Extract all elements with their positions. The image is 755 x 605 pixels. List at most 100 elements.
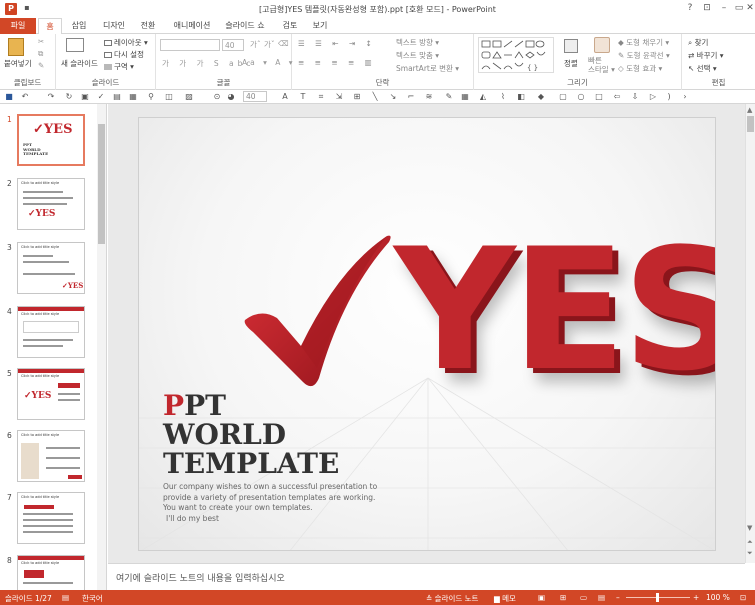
spelling-icon[interactable]: ✓ — [96, 92, 106, 102]
arrow-left-icon[interactable]: ⇦ — [612, 92, 622, 102]
tab-view[interactable]: 보기 — [310, 18, 330, 34]
replace-button[interactable]: ⇄ 바꾸기 ▾ — [688, 50, 724, 61]
resize-icon[interactable]: ⇲ — [334, 92, 344, 102]
notes-pane[interactable]: 여기에 슬라이드 노트의 내용을 입력하십시오 — [108, 563, 745, 590]
freeform-icon[interactable]: ≋ — [424, 92, 434, 102]
tab-home[interactable]: 홈 — [38, 18, 62, 35]
shape-fill-button[interactable]: ◆ 도형 채우기 ▾ — [618, 37, 669, 48]
reading-view-icon[interactable]: ▭ — [580, 593, 587, 602]
find-button[interactable]: ⌕ 찾기 — [688, 37, 708, 48]
language-indicator[interactable]: 한국어 — [82, 593, 103, 604]
redo-icon[interactable]: ↷ — [46, 92, 56, 102]
fit-slide-icon[interactable]: ⊡ — [740, 593, 746, 602]
picture-icon[interactable]: ▨ — [184, 92, 194, 102]
crop-icon[interactable]: ⌗ — [316, 92, 326, 102]
arrow-down-icon[interactable]: ⇩ — [630, 92, 640, 102]
help-icon[interactable]: ? — [683, 2, 697, 15]
oval-icon[interactable]: ○ — [576, 92, 586, 102]
pen-qat-icon[interactable]: ✎ — [444, 92, 454, 102]
layout-button[interactable]: 레이아웃 ▾ — [104, 37, 148, 48]
comments-toggle[interactable]: ▆ 메모 — [494, 593, 516, 604]
align-qat-icon[interactable]: ⊞ — [352, 92, 362, 102]
qat-font-size-box[interactable]: 40 — [243, 91, 267, 102]
select-button[interactable]: ↖ 선택 ▾ — [688, 63, 717, 74]
prev-slide-icon[interactable]: ⏶ — [747, 538, 753, 547]
zoom-icon[interactable]: ⊙ — [212, 92, 222, 102]
zoom-slider-thumb[interactable] — [656, 593, 659, 602]
format-icon[interactable]: ▦ — [128, 92, 138, 102]
align-text-button[interactable]: 텍스트 맞춤 ▾ — [396, 50, 439, 61]
slide-scrollbar[interactable]: ▲ ▼ ⏶ ⏷ — [745, 104, 755, 563]
arrow-line-icon[interactable]: ↘ — [388, 92, 398, 102]
shape-outline-button[interactable]: ✎ 도형 윤곽선 ▾ — [618, 50, 670, 61]
new-slide-icon[interactable] — [66, 38, 84, 52]
arrange-icon[interactable] — [564, 39, 578, 53]
tab-insert[interactable]: 삽입 — [68, 18, 90, 34]
font-color-buttons[interactable]: Aa ▾ A ▾ — [242, 58, 296, 67]
save-icon[interactable]: ■ — [4, 92, 14, 102]
tab-transitions[interactable]: 전환 — [138, 18, 158, 34]
shape-effects-button[interactable]: ◇ 도형 효과 ▾ — [618, 63, 662, 74]
normal-view-icon[interactable]: ▣ — [538, 593, 545, 602]
cut-icon[interactable]: ✂ — [38, 37, 44, 46]
grow-font-icon[interactable]: 가ˆ — [250, 39, 261, 50]
shapes-qat-icon[interactable]: ◫ — [164, 92, 174, 102]
restore-icon[interactable]: ▭ — [732, 2, 746, 15]
slide-sorter-icon[interactable]: ⊞ — [560, 593, 566, 602]
text-box-icon[interactable]: T — [298, 92, 308, 102]
scroll-up-icon[interactable]: ▲ — [747, 106, 752, 114]
tab-review[interactable]: 검토 — [280, 18, 300, 34]
align-buttons[interactable]: ≡ ≡ ≡ ≡ ▥ — [298, 58, 376, 67]
start-slideshow-icon[interactable]: ▣ — [80, 92, 90, 102]
copy-icon[interactable]: ⧉ — [38, 49, 43, 59]
font-style-buttons[interactable]: 가 가 가 S abc — [162, 58, 254, 69]
layout-qat-icon[interactable]: ▤ — [112, 92, 122, 102]
triangle-icon[interactable]: ▷ — [648, 92, 658, 102]
grid-icon[interactable]: ▦ — [460, 92, 470, 102]
reset-button[interactable]: 다시 설정 — [104, 49, 144, 60]
paste-button[interactable]: 붙여넣기 — [4, 58, 32, 69]
close-icon[interactable]: ✕ — [745, 2, 755, 15]
ribbon-display-icon[interactable]: ⊡ — [700, 2, 714, 15]
line-icon[interactable]: ╲ — [370, 92, 380, 102]
slide-thumbnail-6[interactable]: Click to add title style — [17, 430, 85, 482]
repeat-icon[interactable]: ↻ — [64, 92, 74, 102]
quick-styles-button[interactable]: 빠른 스타일 ▾ — [588, 56, 615, 74]
slide-thumbnail-5[interactable]: Click to add title style ✓YES — [17, 368, 85, 420]
notes-placeholder[interactable]: 여기에 슬라이드 노트의 내용을 입력하십시오 — [116, 571, 285, 584]
more-icon[interactable]: › — [680, 92, 690, 102]
slide-thumbnail-2[interactable]: Click to add title style ✓YES — [17, 178, 85, 230]
connector-icon[interactable]: ⌐ — [406, 92, 416, 102]
section-button[interactable]: 구역 ▾ — [104, 61, 134, 72]
font-size-box[interactable]: 40 — [222, 39, 244, 51]
text-direction-button[interactable]: 텍스트 방향 ▾ — [396, 37, 439, 48]
bucket-qat-icon[interactable]: ◆ — [536, 92, 546, 102]
font-name-box[interactable] — [160, 39, 220, 51]
clear-format-icon[interactable]: ⌫ — [278, 39, 289, 48]
link-icon[interactable]: ⚲ — [146, 92, 156, 102]
format-brush-icon[interactable]: ⌇ — [498, 92, 508, 102]
slide-scrollbar-thumb[interactable] — [747, 116, 754, 132]
tab-slideshow[interactable]: 슬라이드 쇼 — [224, 18, 266, 34]
slide-thumbnail-4[interactable]: Click to add title style — [17, 306, 85, 358]
zoom-in-icon[interactable]: + — [693, 593, 699, 602]
current-slide[interactable]: YES PPT WORLD TEMPLATE Our company wishe… — [138, 117, 716, 551]
quick-styles-icon[interactable] — [594, 37, 610, 53]
color-icon[interactable]: ◕ — [226, 92, 236, 102]
slide-thumbnail-3[interactable]: Click to add title style ✓YES — [17, 242, 85, 294]
bracket-icon[interactable]: ) — [664, 92, 674, 102]
minimize-icon[interactable]: – — [717, 2, 731, 15]
rounded-rect-icon[interactable]: ▢ — [558, 92, 568, 102]
tab-animations[interactable]: 애니메이션 — [170, 18, 214, 34]
zoom-out-icon[interactable]: – — [616, 593, 620, 602]
slide-thumbnail-1[interactable]: ✓YES PPT WORLD TEMPLATE — [17, 114, 85, 166]
list-buttons[interactable]: ☰ ☰ ⇤ ⇥ ↕ — [298, 39, 376, 48]
tab-file[interactable]: 파일 — [0, 18, 36, 34]
shapes-gallery[interactable]: { } — [478, 37, 554, 73]
rect-icon[interactable]: □ — [594, 92, 604, 102]
fill-qat-icon[interactable]: ◭ — [478, 92, 488, 102]
slide-thumbnail-8[interactable]: Click to add title style — [17, 555, 85, 590]
undo-icon[interactable]: ↶ — [20, 92, 30, 102]
new-slide-button[interactable]: 새 슬라이드 — [61, 58, 98, 69]
next-slide-icon[interactable]: ⏷ — [747, 549, 753, 558]
